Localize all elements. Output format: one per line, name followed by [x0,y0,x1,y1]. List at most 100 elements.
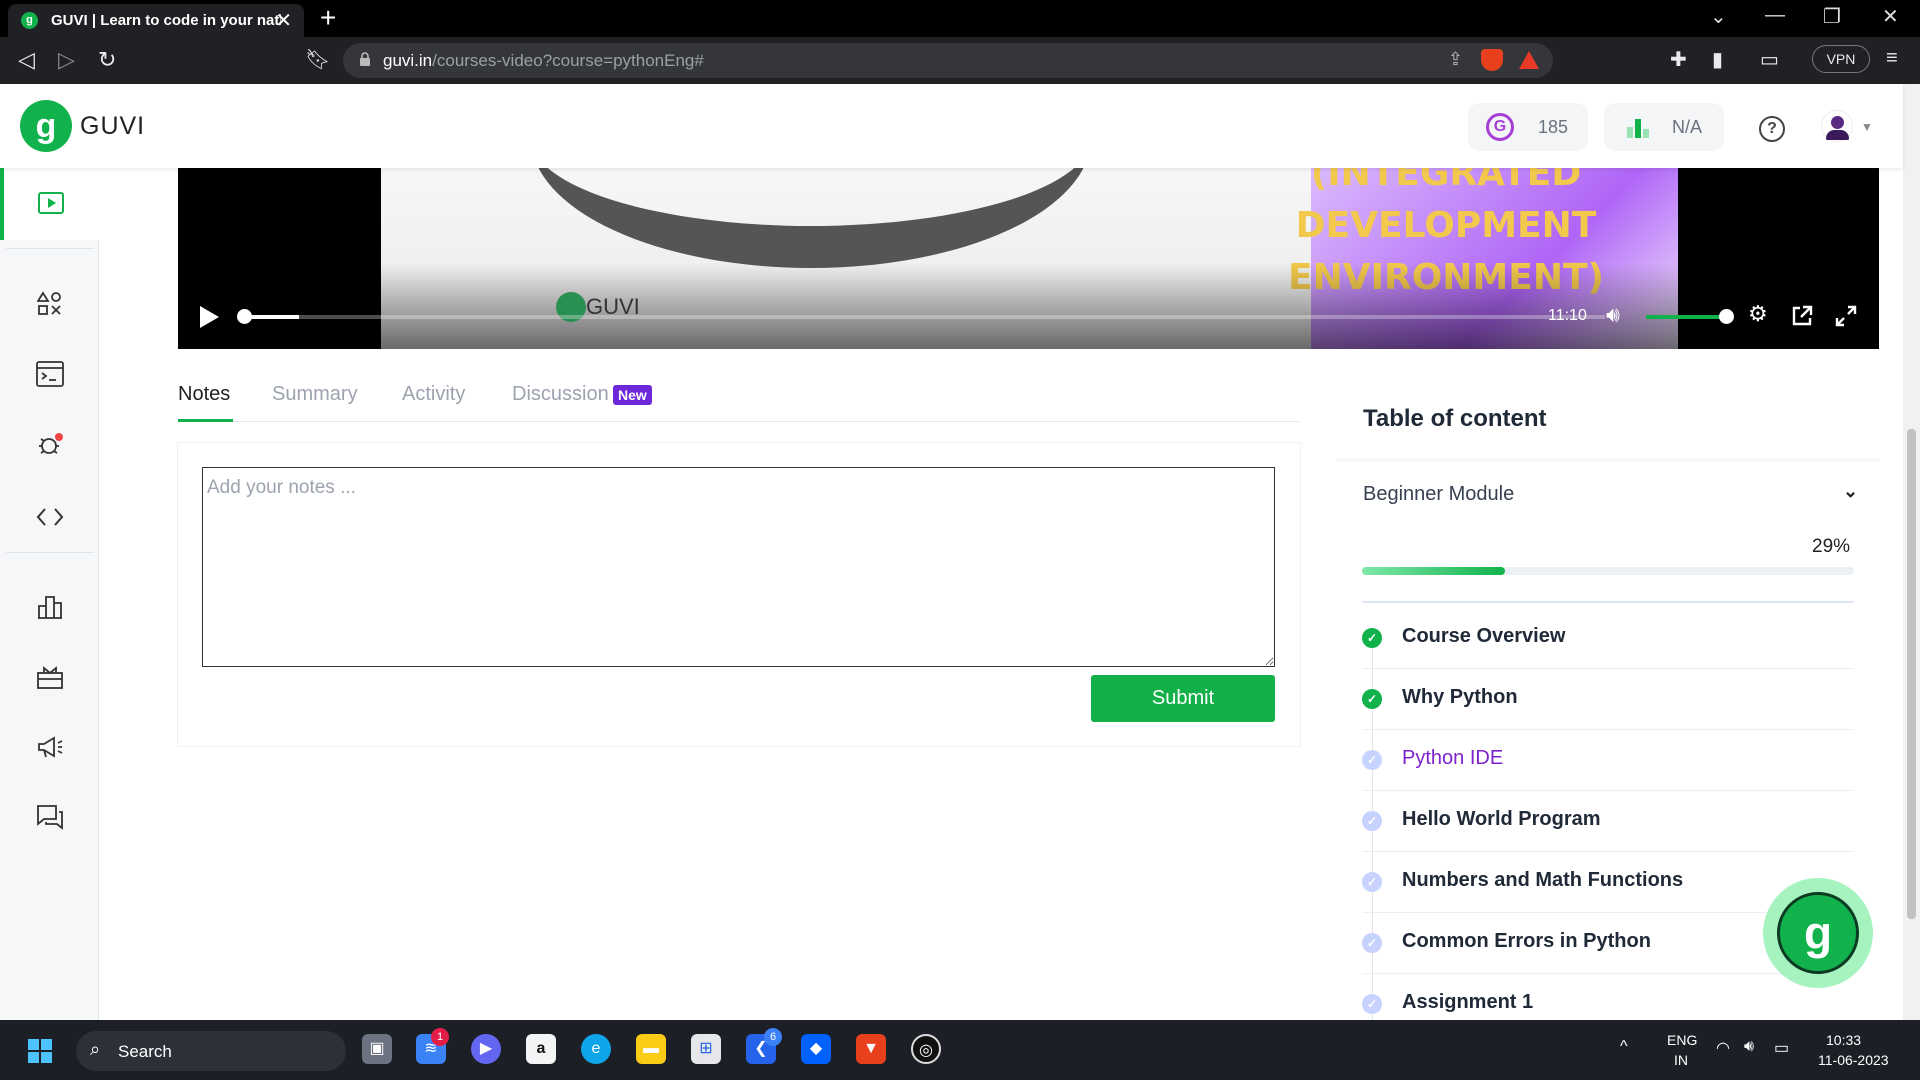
minimize-icon[interactable]: — [1765,4,1785,27]
notes-input[interactable] [202,467,1275,667]
sidebar-item-announcements[interactable] [0,726,99,796]
sidebar-toggle-icon[interactable]: ▮ [1712,47,1723,72]
check-circle-icon: ✓ [1362,750,1382,770]
guvi-favicon-icon: g [21,12,38,29]
megaphone-icon [37,736,62,758]
support-chat-button[interactable]: g [1763,878,1873,988]
amazon-icon[interactable]: a [526,1034,556,1064]
sidebar-item-ide[interactable] [0,353,99,423]
brave-shields-icon[interactable] [1481,49,1503,71]
bug-icon [38,433,63,454]
share-icon[interactable]: ⇪ [1448,49,1463,70]
clock-date[interactable]: 11-06-2023 [1818,1052,1889,1068]
tab-discussion[interactable]: Discussion [512,383,609,406]
url-text: guvi.in/courses-video?course=pythonEng# [383,51,704,70]
page-scrollbar[interactable] [1903,84,1920,1020]
module-name[interactable]: Beginner Module [1363,483,1514,506]
volume-slider[interactable] [1646,315,1726,319]
dropbox-icon[interactable]: ◆ [801,1034,831,1064]
tab-notes[interactable]: Notes [178,383,230,406]
rank-pill[interactable]: N/A [1604,103,1724,151]
app-header: g GUVI G 185 N/A ? ▼ [0,84,1903,168]
sidebar-item-forum[interactable] [0,796,99,866]
lesson-item[interactable]: ✓ Hello World Program [1362,791,1854,852]
lesson-label: Hello World Program [1402,808,1601,830]
tab-summary[interactable]: Summary [272,383,358,406]
browser-tab[interactable]: g GUVI | Learn to code in your native la… [8,4,304,37]
tab-search-chevron-icon[interactable]: ⌄ [1710,4,1727,29]
brave-rewards-icon[interactable] [1519,51,1539,69]
new-tab-icon[interactable]: + [320,2,336,34]
code-icon [36,508,63,526]
slide-graphic [531,168,1091,268]
sidebar-item-leaderboard[interactable] [0,586,99,656]
sidebar-item-rewards[interactable] [0,656,99,726]
windows-start-icon[interactable] [28,1039,52,1063]
teams-icon[interactable]: ▶ [471,1034,501,1064]
speaker-icon[interactable]: 🔊︎ [1744,1038,1754,1056]
close-tab-icon[interactable]: ✕ [275,8,292,33]
module-progress-fill [1362,567,1505,575]
module-progress-label: 29% [1812,536,1851,557]
coins-pill[interactable]: G 185 [1468,103,1588,151]
language-eng[interactable]: ENG [1667,1032,1697,1048]
scrollbar-thumb[interactable] [1907,429,1916,919]
edge-icon[interactable]: e [581,1034,611,1064]
lesson-label: Python IDE [1402,747,1504,769]
chevron-down-icon[interactable]: ⌄ [1843,481,1858,502]
submit-button[interactable]: Submit [1091,675,1275,722]
bookmark-icon[interactable]: 🔖︎ [305,47,330,72]
wifi-icon[interactable]: ◠ [1716,1038,1730,1058]
extensions-icon[interactable]: ✚ [1670,47,1687,72]
file-explorer-icon[interactable]: ▬ [636,1034,666,1064]
seek-knob[interactable] [237,309,252,324]
obs-icon[interactable]: ◎ [911,1034,941,1064]
taskbar-search[interactable]: ⌕ Search [76,1031,346,1071]
lesson-item[interactable]: ✓ Python IDE [1362,730,1854,791]
help-icon[interactable]: ? [1759,116,1785,142]
popout-icon[interactable] [1791,305,1813,327]
brave-browser-icon[interactable]: ▼ [856,1034,886,1064]
forward-icon[interactable]: ▷ [58,47,75,73]
settings-gear-icon[interactable]: ⚙ [1748,301,1768,327]
seek-bar-fill [245,315,300,319]
restore-icon[interactable]: ❐ [1823,4,1841,29]
close-window-icon[interactable]: ✕ [1882,4,1899,29]
sidebar-item-courses[interactable] [0,168,99,240]
notification-badge: 1 [431,1028,449,1046]
back-icon[interactable]: ◁ [18,47,35,73]
volume-icon[interactable]: 🔊︎ [1606,302,1620,328]
avatar[interactable] [1821,110,1853,142]
task-view-icon[interactable]: ▣ [362,1034,392,1064]
menu-icon[interactable]: ≡ [1886,47,1898,70]
address-bar[interactable]: guvi.in/courses-video?course=pythonEng# … [343,43,1553,78]
tab-activity[interactable]: Activity [402,383,465,406]
guvi-logo-icon[interactable]: g [20,100,72,152]
volume-knob[interactable] [1719,309,1734,324]
sidebar-item-debug[interactable] [0,423,99,493]
video-time: 11:10 [1548,307,1587,324]
reload-icon[interactable]: ↻ [98,47,116,73]
video-player[interactable]: (INTEGRATED DEVELOPMENT ENVIRONMENT) GUV… [178,168,1879,349]
gift-icon [36,666,63,689]
vpn-button[interactable]: VPN [1812,45,1870,73]
language-in[interactable]: IN [1674,1052,1688,1068]
seek-bar[interactable] [245,315,1605,319]
toc-header: Table of content [1337,380,1879,458]
store-icon[interactable]: ⊞ [691,1034,721,1064]
lesson-item[interactable]: ✓ Course Overview [1362,608,1854,669]
chevron-down-icon[interactable]: ▼ [1861,120,1873,134]
wallet-icon[interactable]: ▭ [1760,47,1779,72]
lesson-item[interactable]: ✓ Why Python [1362,669,1854,730]
battery-icon[interactable]: ▭ [1774,1038,1789,1058]
fullscreen-icon[interactable] [1835,305,1857,327]
toc-title: Table of content [1363,405,1547,432]
check-circle-icon: ✓ [1362,811,1382,831]
sidebar-item-practice[interactable] [0,283,99,353]
play-icon[interactable] [200,306,219,328]
check-circle-icon: ✓ [1362,689,1382,709]
leaderboard-icon [37,596,62,619]
tray-chevron-up-icon[interactable]: ^ [1620,1038,1628,1056]
brand-name[interactable]: GUVI [80,112,145,141]
clock-time[interactable]: 10:33 [1826,1032,1861,1048]
